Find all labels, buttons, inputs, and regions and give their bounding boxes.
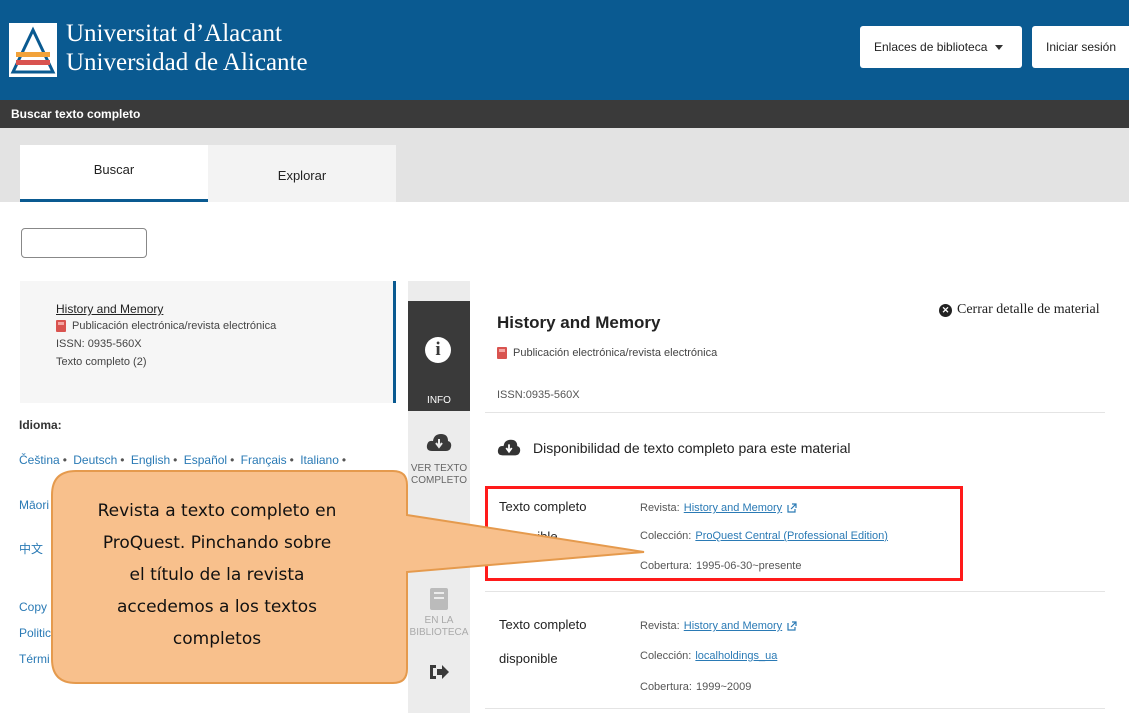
- highlight-box: [485, 486, 963, 581]
- side-nav-fulltext-line1[interactable]: VER TEXTO: [408, 463, 470, 475]
- cloud-download-icon: [497, 439, 521, 456]
- divider: [485, 708, 1105, 709]
- result-fulltext-count: Texto completo (2): [56, 356, 147, 368]
- footer-link-copyright[interactable]: Copy: [19, 600, 47, 614]
- header-bar: Universitat d’Alacant Universidad de Ali…: [0, 0, 1129, 100]
- language-link[interactable]: 中文: [19, 540, 43, 557]
- export-icon[interactable]: [428, 661, 450, 683]
- close-detail-button[interactable]: ✕ Cerrar detalle de material: [939, 302, 1100, 318]
- university-name-valencian: Universitat d’Alacant: [66, 20, 282, 47]
- fulltext-entry-collection: Colección: localholdings_ua: [640, 650, 777, 662]
- callout-text: Revista a texto completo en ProQuest. Pi…: [52, 495, 382, 655]
- collection-key: Colección:: [640, 650, 692, 662]
- external-link-icon: [787, 621, 797, 631]
- callout-line: ProQuest. Pinchando sobre: [102, 533, 332, 553]
- result-card[interactable]: History and Memory Publicación electróni…: [20, 281, 396, 403]
- publication-icon: [56, 320, 66, 332]
- language-link[interactable]: Māori: [19, 498, 49, 512]
- fulltext-entry-coverage: Cobertura: 1999~2009: [640, 681, 751, 693]
- fulltext-entry-journal: Revista: History and Memory: [640, 620, 797, 632]
- university-logo-icon[interactable]: [8, 22, 58, 78]
- language-link[interactable]: Čeština: [19, 453, 60, 467]
- library-links-label: Enlaces de biblioteca: [874, 40, 988, 54]
- publication-icon: [497, 347, 507, 359]
- login-label: Iniciar sesión: [1046, 40, 1117, 54]
- result-issn: ISSN: 0935-560X: [56, 338, 142, 350]
- login-button[interactable]: Iniciar sesión: [1032, 26, 1129, 68]
- fulltext-entry-label: Texto completo: [499, 617, 587, 632]
- collection-link[interactable]: localholdings_ua: [695, 650, 777, 662]
- detail-issn: ISSN:0935-560X: [497, 389, 580, 401]
- chevron-down-icon: [995, 44, 1004, 50]
- side-nav-library-line1[interactable]: EN LA: [408, 615, 470, 627]
- availability-heading-text: Disponibilidad de texto completo para es…: [533, 440, 851, 456]
- divider: [485, 591, 1105, 592]
- language-link[interactable]: Français: [241, 453, 287, 467]
- result-type: Publicación electrónica/revista electrón…: [56, 320, 276, 332]
- tab-browse-label: Explorar: [277, 168, 327, 183]
- close-icon: ✕: [939, 303, 952, 317]
- detail-type-label: Publicación electrónica/revista electrón…: [513, 347, 718, 359]
- result-type-label: Publicación electrónica/revista electrón…: [72, 320, 277, 332]
- language-link[interactable]: Deutsch: [73, 453, 117, 467]
- footer-link-terms[interactable]: Térmi: [19, 652, 50, 666]
- language-facet-row: Čeština • Deutsch • English • Español • Fran…: [19, 453, 347, 467]
- library-links-button[interactable]: Enlaces de biblioteca: [860, 26, 1022, 68]
- language-facet-label: Idioma:: [19, 418, 62, 432]
- footer-link-policy[interactable]: Politic: [19, 626, 51, 640]
- side-nav-info-label: INFO: [427, 395, 451, 406]
- language-link[interactable]: English: [131, 453, 170, 467]
- tab-browse[interactable]: Explorar: [208, 145, 396, 202]
- language-link[interactable]: Español: [184, 453, 227, 467]
- language-link[interactable]: Italiano: [300, 453, 339, 467]
- page-title: Buscar texto completo: [11, 107, 141, 121]
- callout-line: accedemos a los textos: [116, 597, 318, 617]
- tabs-bar: Buscar Explorar: [0, 128, 1129, 202]
- journal-key: Revista:: [640, 620, 680, 632]
- close-detail-label: Cerrar detalle de material: [957, 302, 1100, 317]
- side-nav-library-line2[interactable]: BIBLIOTECA: [408, 627, 470, 639]
- fulltext-entry-label-2: disponible: [499, 651, 558, 666]
- detail-side-nav: INFO i VER TEXTO COMPLETO EN LA BIBLIOTE…: [408, 281, 470, 713]
- coverage-key: Cobertura:: [640, 681, 692, 693]
- page-title-bar: Buscar texto completo: [0, 100, 1129, 128]
- university-name-spanish: Universidad de Alicante: [66, 49, 308, 76]
- detail-type: Publicación electrónica/revista electrón…: [497, 347, 717, 359]
- callout-line: completos: [172, 629, 262, 649]
- cloud-download-icon[interactable]: [426, 431, 452, 455]
- book-icon[interactable]: [428, 586, 450, 612]
- availability-heading: Disponibilidad de texto completo para es…: [497, 437, 851, 459]
- callout-line: el título de la revista: [129, 565, 305, 585]
- callout-line: Revista a texto completo en: [97, 501, 337, 521]
- tab-search[interactable]: Buscar: [20, 145, 208, 202]
- journal-link[interactable]: History and Memory: [684, 620, 782, 632]
- info-icon: i: [425, 337, 451, 363]
- result-title-link[interactable]: History and Memory: [56, 302, 163, 316]
- tab-search-label: Buscar: [93, 162, 135, 177]
- side-nav-fulltext-line2[interactable]: COMPLETO: [408, 475, 470, 487]
- coverage-value: 1999~2009: [695, 681, 752, 693]
- search-input[interactable]: [21, 228, 147, 258]
- detail-title: History and Memory: [497, 313, 661, 332]
- divider: [485, 412, 1105, 413]
